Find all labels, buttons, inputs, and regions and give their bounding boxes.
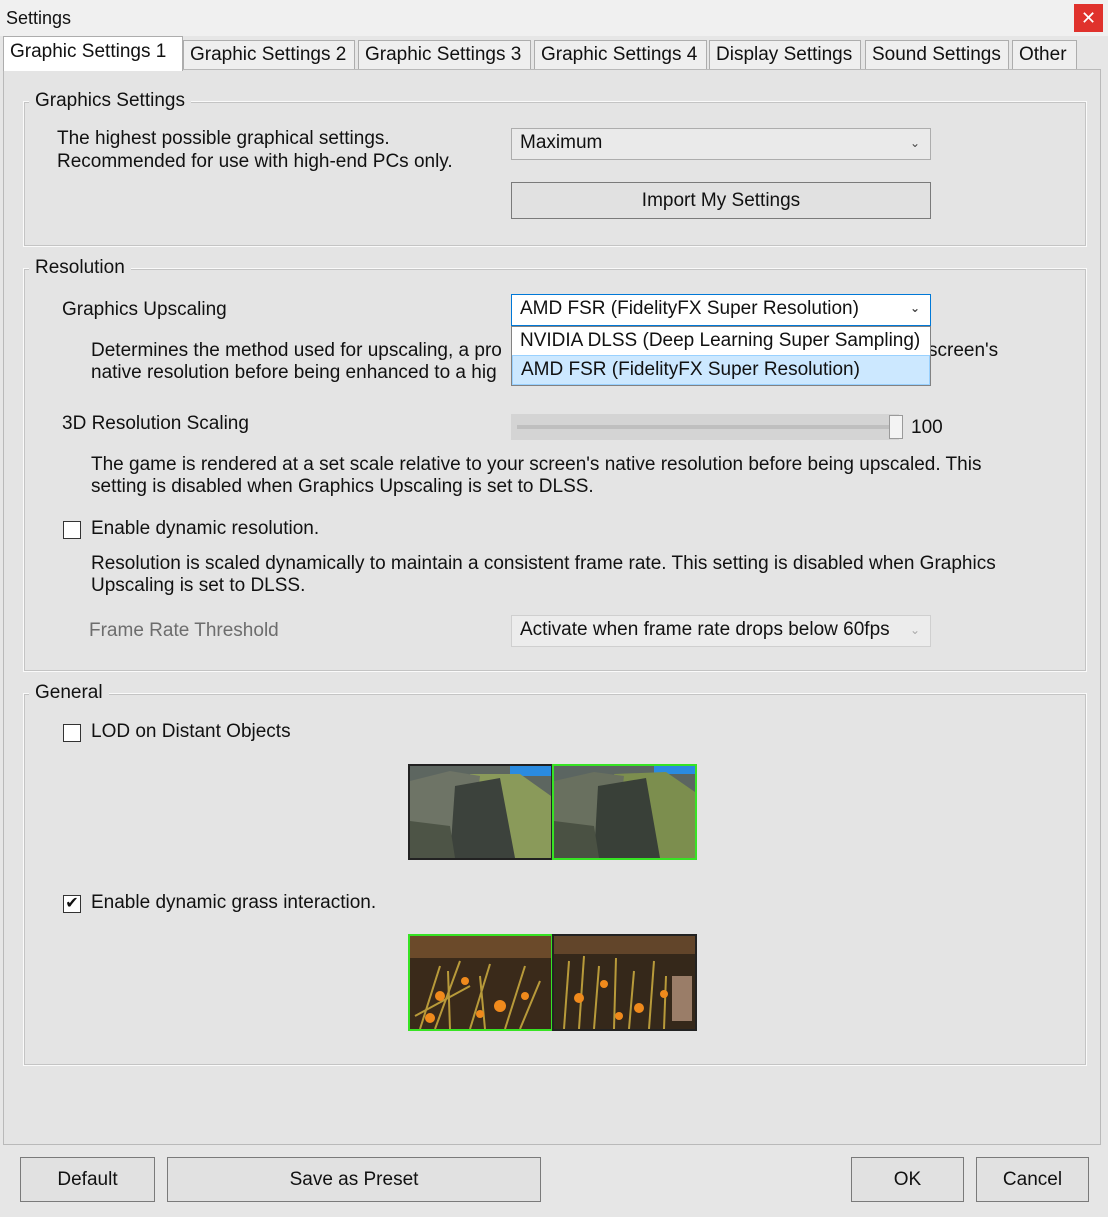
grass-preview-off-image [552, 934, 697, 1031]
frame-rate-threshold-dropdown[interactable]: Activate when frame rate drops below 60f… [511, 615, 931, 647]
upscaling-options-list: NVIDIA DLSS (Deep Learning Super Samplin… [511, 326, 931, 386]
tab-graphic-settings-2[interactable]: Graphic Settings 2 [183, 40, 355, 69]
upscaling-desc-line1: Determines the method used for upscaling… [91, 340, 502, 361]
chevron-down-icon: ⌄ [909, 301, 920, 315]
graphics-upscaling-value: AMD FSR (FidelityFX Super Resolution) [520, 298, 859, 319]
save-as-preset-button[interactable]: Save as Preset [167, 1157, 541, 1202]
lod-checkbox[interactable] [63, 724, 81, 742]
frame-rate-threshold-value: Activate when frame rate drops below 60f… [520, 619, 890, 640]
graphics-upscaling-label: Graphics Upscaling [62, 299, 227, 320]
tab-other[interactable]: Other [1012, 40, 1077, 69]
chevron-down-icon: ⌄ [909, 136, 920, 150]
tab-graphic-settings-1[interactable]: Graphic Settings 1 [3, 36, 183, 71]
scaling-desc-line2: setting is disabled when Graphics Upscal… [91, 476, 594, 497]
grass-interaction-checkbox[interactable]: ✔ [63, 895, 81, 913]
graphics-desc-line2: Recommended for use with high-end PCs on… [57, 151, 453, 172]
graphics-desc-line1: The highest possible graphical settings. [57, 128, 390, 149]
graphics-upscaling-dropdown[interactable]: AMD FSR (FidelityFX Super Resolution) ⌄ [511, 294, 931, 326]
resolution-scaling-slider[interactable] [511, 414, 903, 440]
lod-preview-off-image [408, 764, 553, 860]
lod-label[interactable]: LOD on Distant Objects [91, 721, 291, 743]
window-title: Settings [6, 8, 72, 28]
dynamic-desc-line2: Upscaling is set to DLSS. [91, 575, 306, 596]
cancel-button[interactable]: Cancel [976, 1157, 1089, 1202]
tab-graphic-settings-4[interactable]: Graphic Settings 4 [534, 40, 707, 69]
slider-thumb[interactable] [889, 415, 903, 439]
chevron-down-icon: ⌄ [909, 623, 920, 637]
grass-interaction-label[interactable]: Enable dynamic grass interaction. [91, 892, 376, 914]
frame-rate-threshold-label: Frame Rate Threshold [89, 620, 279, 641]
graphics-preset-value: Maximum [520, 132, 603, 153]
tab-graphic-settings-3[interactable]: Graphic Settings 3 [358, 40, 531, 69]
lod-preview-on-image [552, 764, 697, 860]
general-title: General [29, 682, 109, 704]
slider-track [517, 425, 889, 429]
dynamic-resolution-checkbox[interactable] [63, 521, 81, 539]
upscaling-option-fsr[interactable]: AMD FSR (FidelityFX Super Resolution) [512, 355, 930, 385]
dynamic-desc-line1: Resolution is scaled dynamically to main… [91, 553, 996, 574]
tab-sound-settings[interactable]: Sound Settings [865, 40, 1009, 69]
close-icon[interactable]: ✕ [1074, 4, 1103, 32]
tab-display-settings[interactable]: Display Settings [709, 40, 861, 69]
resolution-scaling-value: 100 [911, 417, 943, 438]
dynamic-resolution-label[interactable]: Enable dynamic resolution. [91, 518, 319, 540]
upscaling-option-dlss[interactable]: NVIDIA DLSS (Deep Learning Super Samplin… [512, 327, 930, 355]
resolution-scaling-label: 3D Resolution Scaling [62, 413, 249, 434]
graphics-preset-dropdown[interactable]: Maximum ⌄ [511, 128, 931, 160]
title-bar: Settings ✕ [0, 0, 1108, 36]
upscaling-desc-line1-tail: screen's [928, 340, 999, 361]
upscaling-desc-line2: native resolution before being enhanced … [91, 362, 497, 383]
graphics-settings-group [23, 101, 1087, 247]
import-settings-button[interactable]: Import My Settings [511, 182, 931, 219]
graphics-settings-title: Graphics Settings [29, 90, 191, 112]
ok-button[interactable]: OK [851, 1157, 964, 1202]
grass-preview-on-image [408, 934, 553, 1031]
scaling-desc-line1: The game is rendered at a set scale rela… [91, 454, 982, 475]
default-button[interactable]: Default [20, 1157, 155, 1202]
resolution-title: Resolution [29, 257, 131, 279]
